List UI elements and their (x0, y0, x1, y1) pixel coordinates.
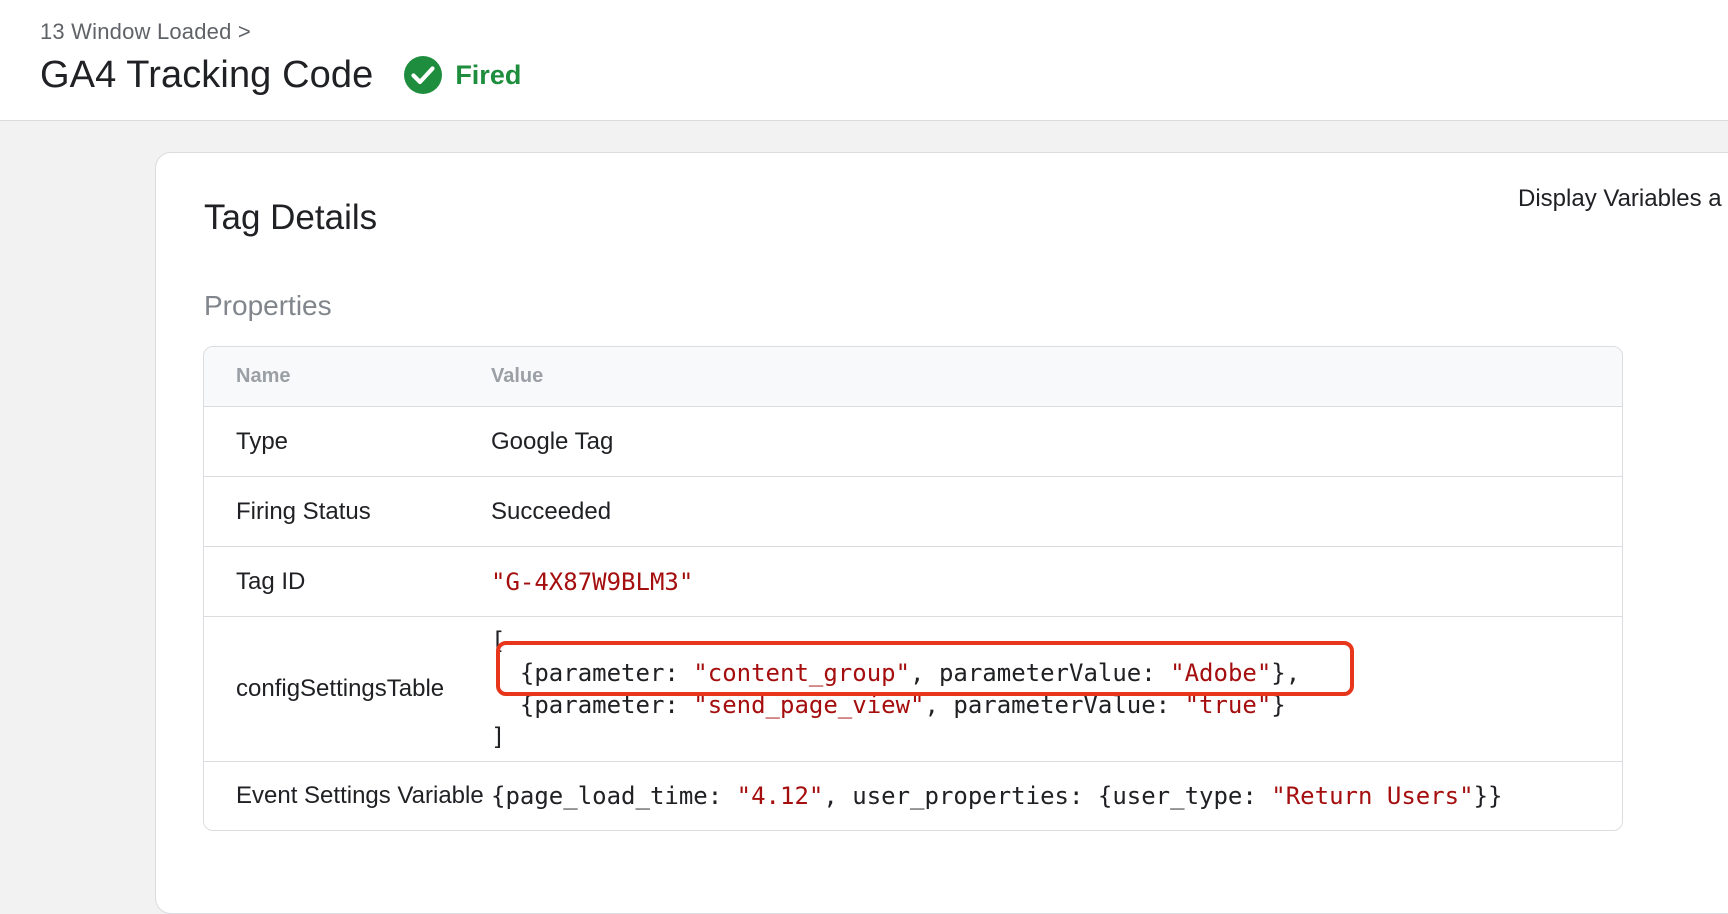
check-circle-icon (403, 55, 443, 95)
status-badge: Fired (455, 59, 522, 90)
highlight-annotation-box (496, 641, 1354, 696)
code-string: "4.12" (736, 782, 824, 810)
breadcrumb[interactable]: 13 Window Loaded > (40, 19, 251, 45)
property-name: Type (236, 427, 289, 455)
table-row: configSettingsTable [ {parameter: "conte… (204, 616, 1622, 761)
table-row: Type Google Tag (204, 406, 1622, 476)
title-row: GA4 Tracking Code Fired (40, 50, 521, 100)
config-settings-code: [ {parameter: "content_group", parameter… (491, 625, 1622, 753)
code-text: , user_properties: {user_type: (823, 782, 1272, 810)
properties-table: Name Value Type Google Tag Firing Status… (203, 346, 1623, 831)
table-row: Tag ID "G-4X87W9BLM3" (204, 546, 1622, 616)
section-title: Properties (204, 290, 332, 321)
table-header: Name Value (204, 347, 1622, 406)
column-header-name: Name (236, 365, 291, 387)
tag-details-card: Tag Details Display Variables a Properti… (155, 152, 1728, 914)
property-name: Event Settings Variable (236, 782, 484, 809)
property-value: "G-4X87W9BLM3" (491, 567, 694, 596)
property-name: Firing Status (236, 497, 371, 525)
page-title: GA4 Tracking Code (40, 53, 374, 96)
property-name: Tag ID (236, 567, 306, 595)
property-value: Succeeded (491, 497, 612, 525)
display-variables-toggle[interactable]: Display Variables a (1518, 185, 1722, 213)
table-row: Firing Status Succeeded (204, 476, 1622, 546)
code-text: {page_load_time: (491, 782, 737, 810)
column-header-value: Value (491, 365, 544, 387)
header-bar: 13 Window Loaded > GA4 Tracking Code Fir… (0, 0, 1728, 121)
code-string: "Return Users" (1271, 782, 1474, 810)
table-row: Event Settings Variable {page_load_time:… (204, 761, 1622, 830)
property-value: Google Tag (491, 427, 614, 455)
card-title: Tag Details (204, 198, 378, 237)
code-text: }} (1473, 782, 1503, 810)
property-name: configSettingsTable (236, 675, 445, 702)
code-close-bracket: ] (491, 723, 506, 751)
property-value: {page_load_time: "4.12", user_properties… (491, 782, 1622, 810)
